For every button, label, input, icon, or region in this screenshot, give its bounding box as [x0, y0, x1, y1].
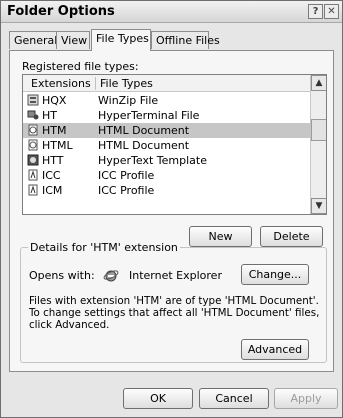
- close-button[interactable]: ✕: [324, 4, 339, 19]
- file-type: HyperText Template: [98, 154, 207, 167]
- template-icon: [27, 154, 39, 166]
- list-item[interactable]: HTT HyperText Template: [23, 153, 310, 168]
- hyperterminal-icon: [27, 110, 39, 120]
- title-bar[interactable]: Folder Options ? ✕: [1, 1, 342, 23]
- html-document-icon: [28, 124, 38, 136]
- icc-profile-icon: [28, 184, 38, 196]
- tab-offline-files[interactable]: Offline Files: [151, 31, 220, 49]
- file-type: HTML Document: [98, 139, 190, 152]
- extension: ICC: [42, 169, 61, 182]
- delete-button[interactable]: Delete: [260, 226, 323, 247]
- ok-button[interactable]: OK: [123, 388, 193, 409]
- apply-button[interactable]: Apply: [274, 388, 338, 409]
- file-types-panel: Registered file types: Extensions File T…: [9, 50, 334, 372]
- vertical-scrollbar[interactable]: ▲ ▼: [310, 75, 326, 214]
- internet-explorer-icon: [103, 270, 119, 282]
- opens-with-label: Opens with:: [29, 269, 95, 282]
- scroll-up-icon[interactable]: ▲: [311, 75, 326, 91]
- scroll-thumb[interactable]: [311, 119, 326, 141]
- file-type: HyperTerminal File: [98, 109, 200, 122]
- extension: HTM: [42, 124, 67, 137]
- icc-profile-icon: [28, 169, 38, 181]
- help-button[interactable]: ?: [308, 4, 323, 19]
- list-item[interactable]: ICC ICC Profile: [23, 168, 310, 183]
- details-group: Details for 'HTM' extension Opens with: …: [20, 241, 327, 363]
- html-document-icon: [28, 139, 38, 151]
- tab-view[interactable]: View: [56, 31, 90, 49]
- scroll-down-icon[interactable]: ▼: [311, 198, 326, 214]
- list-item-selected[interactable]: HTM HTML Document: [23, 123, 310, 138]
- tab-file-types[interactable]: File Types: [91, 29, 151, 51]
- file-type: HTML Document: [98, 124, 190, 137]
- winzip-icon: [27, 94, 39, 106]
- list-item[interactable]: HTML HTML Document: [23, 138, 310, 153]
- file-type: ICC Profile: [98, 169, 155, 182]
- extension: HT: [42, 109, 57, 122]
- extension: HTT: [42, 154, 64, 167]
- extension: HQX: [42, 94, 67, 107]
- dialog-title: Folder Options: [7, 4, 115, 19]
- opens-with-app-name: Internet Explorer: [129, 269, 222, 282]
- tab-general[interactable]: General: [9, 31, 57, 49]
- file-type: WinZip File: [98, 94, 159, 107]
- registered-file-types-label: Registered file types:: [22, 60, 139, 73]
- tab-strip: General View File Types Offline Files: [9, 29, 334, 51]
- cancel-button[interactable]: Cancel: [199, 388, 269, 409]
- extension: ICM: [42, 184, 63, 197]
- change-button[interactable]: Change...: [241, 264, 309, 285]
- list-header: Extensions File Types: [23, 75, 310, 92]
- details-group-title: Details for 'HTM' extension: [28, 241, 180, 254]
- file-types-list[interactable]: Extensions File Types HQX WinZip File HT…: [22, 74, 327, 215]
- file-type: ICC Profile: [98, 184, 155, 197]
- extension: HTML: [42, 139, 73, 152]
- list-item[interactable]: HT HyperTerminal File: [23, 108, 310, 123]
- list-item[interactable]: ICM ICC Profile: [23, 183, 310, 198]
- advanced-button[interactable]: Advanced: [241, 339, 309, 360]
- column-header-extensions[interactable]: Extensions: [31, 77, 91, 90]
- folder-options-dialog: Folder Options ? ✕ General View File Typ…: [0, 0, 343, 418]
- new-button[interactable]: New: [189, 226, 252, 247]
- column-header-file-types[interactable]: File Types: [95, 77, 153, 90]
- list-item[interactable]: HQX WinZip File: [23, 93, 310, 108]
- details-description: Files with extension 'HTM' are of type '…: [29, 295, 320, 331]
